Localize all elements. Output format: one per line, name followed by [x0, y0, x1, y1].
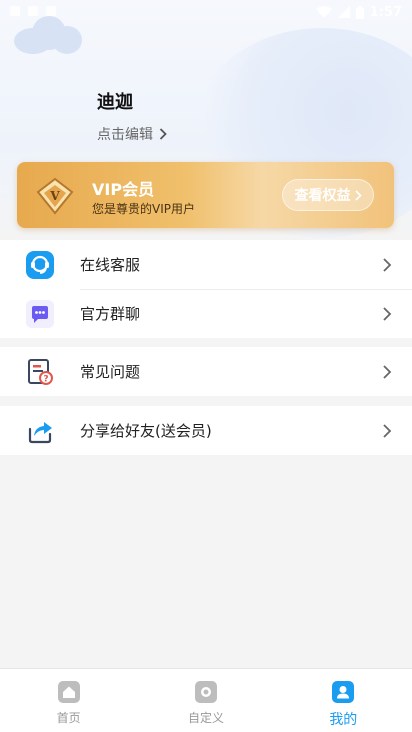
vip-card[interactable]: V VIP会员 您是尊贵的VIP用户 查看权益 [17, 162, 394, 228]
edit-profile-link[interactable]: 点击编辑 [97, 124, 167, 144]
share-icon [26, 417, 54, 445]
faq-document-icon: ? [26, 358, 54, 386]
menu-group-support: 在线客服 官方群聊 [0, 240, 412, 338]
signal-icon [337, 6, 350, 18]
chevron-right-icon [383, 257, 392, 272]
status-bar: 1:57 [0, 0, 412, 24]
home-icon [57, 681, 80, 703]
username: 迪迦 [97, 92, 133, 113]
chevron-right-icon [383, 364, 392, 379]
menu-item-label: 常见问题 [80, 363, 141, 381]
chevron-right-icon [383, 306, 392, 321]
profile-icon [332, 681, 355, 703]
notification-icon [28, 6, 38, 16]
view-benefits-button[interactable]: 查看权益 [282, 179, 374, 211]
wifi-icon [315, 6, 332, 18]
tab-label: 我的 [329, 712, 358, 728]
tab-custom[interactable]: 自定义 [137, 669, 274, 732]
menu-item-label: 在线客服 [80, 256, 141, 274]
menu-group-help: ? 常见问题 [0, 347, 412, 396]
chat-bubble-icon [26, 299, 54, 328]
notification-icon [46, 6, 56, 16]
headset-icon [26, 250, 54, 279]
vip-badge-icon: V [36, 177, 74, 215]
chevron-right-icon [159, 128, 167, 140]
menu-group-share: 分享给好友(送会员) [0, 406, 412, 455]
menu-item-label: 官方群聊 [80, 305, 141, 323]
menu-item-share[interactable]: 分享给好友(送会员) [0, 406, 412, 455]
tab-label: 自定义 [187, 711, 224, 725]
chevron-right-icon [383, 423, 392, 438]
battery-icon [355, 5, 364, 19]
bottom-tab-bar: 首页 自定义 我的 [0, 668, 412, 732]
menu-item-label: 分享给好友(送会员) [80, 422, 212, 440]
notification-icon [10, 6, 20, 16]
chevron-right-icon [354, 189, 362, 201]
profile-section: 迪迦 点击编辑 [97, 88, 167, 144]
svg-text:?: ? [43, 374, 48, 384]
vip-subtitle: 您是尊贵的VIP用户 [92, 202, 195, 216]
menu-item-official-group[interactable]: 官方群聊 [0, 289, 412, 338]
tab-mine[interactable]: 我的 [275, 669, 412, 732]
edit-profile-label: 点击编辑 [97, 127, 153, 143]
svg-text:V: V [49, 189, 60, 203]
menu-item-faq[interactable]: ? 常见问题 [0, 347, 412, 396]
view-benefits-label: 查看权益 [294, 188, 351, 204]
vip-title: VIP会员 [92, 180, 155, 199]
tab-label: 首页 [56, 711, 81, 725]
custom-icon [194, 681, 217, 703]
menu-item-online-service[interactable]: 在线客服 [0, 240, 412, 289]
status-time: 1:57 [369, 4, 402, 20]
tab-home[interactable]: 首页 [0, 669, 137, 732]
